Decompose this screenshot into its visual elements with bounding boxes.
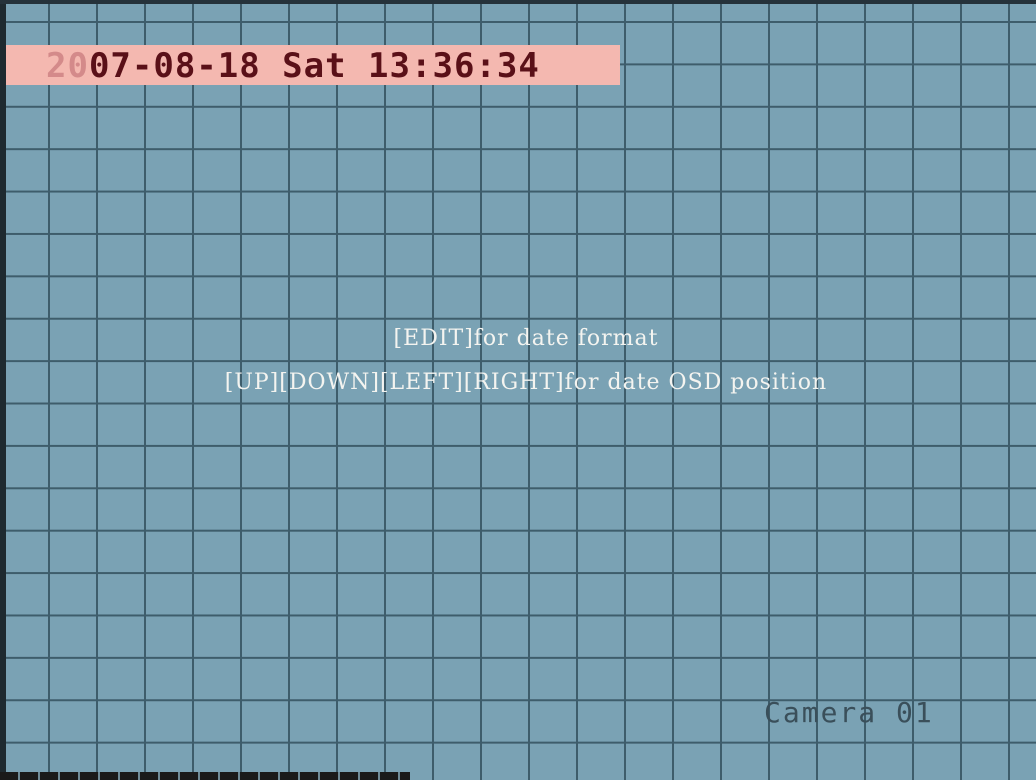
camera-name-label: Camera 01 (764, 696, 934, 729)
bottom-border (0, 772, 410, 780)
date-time-display[interactable]: 2007-08-18 Sat 13:36:34 (46, 46, 540, 86)
date-year-prefix: 20 (46, 46, 89, 86)
date-position-hint: [UP][DOWN][LEFT][RIGHT]for date OSD posi… (224, 370, 828, 395)
top-border (0, 0, 1036, 4)
date-time-value: 07-08-18 Sat 13:36:34 (88, 46, 540, 86)
left-border (0, 0, 6, 780)
edit-date-format-hint: [EDIT]for date format (393, 326, 659, 351)
dvr-osd-screen: 2007-08-18 Sat 13:36:34 [EDIT]for date f… (0, 0, 1036, 780)
